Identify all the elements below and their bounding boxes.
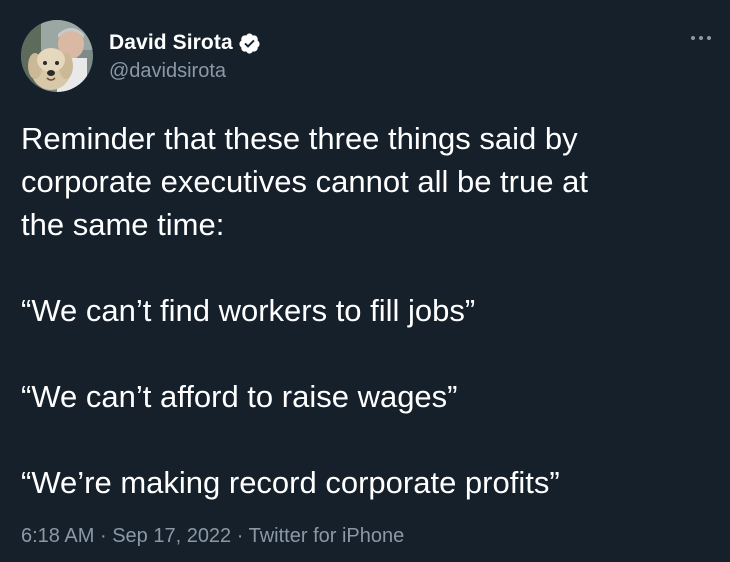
tweet-quote-line: “We can’t find workers to fill jobs”	[21, 293, 476, 328]
author-name-row: David Sirota	[109, 30, 261, 56]
author-display-name[interactable]: David Sirota	[109, 31, 233, 55]
tweet-source[interactable]: Twitter for iPhone	[249, 525, 405, 547]
tweet-text-line: corporate executives cannot all be true …	[21, 164, 588, 199]
tweet-date[interactable]: Sep 17, 2022	[112, 525, 231, 547]
tweet-body: Reminder that these three things said by…	[21, 117, 711, 504]
more-dots-icon	[691, 36, 711, 40]
more-options-button[interactable]	[686, 28, 716, 48]
tweet-quote-line: “We’re making record corporate profits”	[21, 465, 560, 500]
meta-separator: ·	[99, 525, 107, 547]
verified-badge-icon	[239, 32, 260, 54]
avatar-photo-dog-icon	[21, 20, 93, 92]
tweet-text-line: Reminder that these three things said by	[21, 121, 578, 156]
tweet-text-line: the same time:	[21, 207, 225, 242]
meta-separator: ·	[236, 525, 244, 547]
tweet-time[interactable]: 6:18 AM	[21, 525, 94, 547]
avatar[interactable]	[21, 20, 93, 92]
tweet-metadata: 6:18 AM · Sep 17, 2022 · Twitter for iPh…	[21, 525, 404, 548]
author-handle[interactable]: @davidsirota	[109, 60, 226, 83]
tweet-card: David Sirota @davidsirota Reminder that …	[0, 0, 730, 562]
tweet-quote-line: “We can’t afford to raise wages”	[21, 379, 458, 414]
